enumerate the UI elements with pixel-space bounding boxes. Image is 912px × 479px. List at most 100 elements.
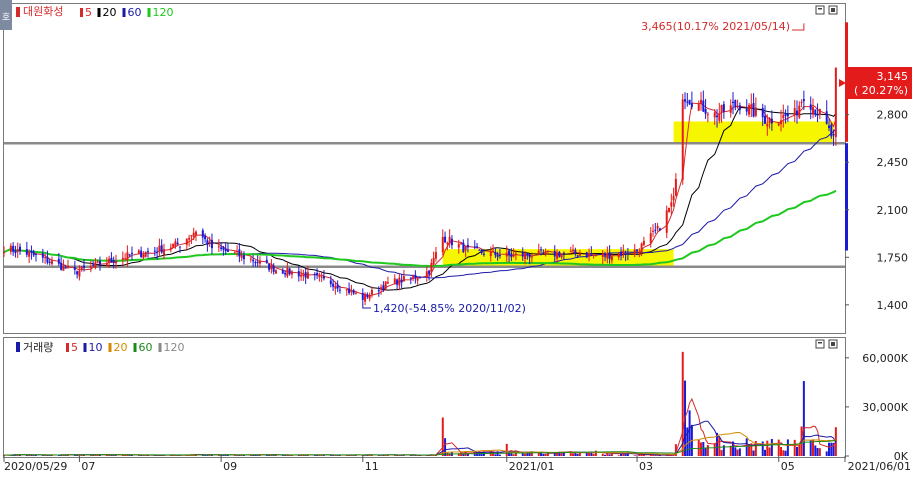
candle-body [297,271,300,277]
volume-panel-close-button[interactable] [828,339,838,349]
volume-bar [652,455,655,456]
volume-bar [633,455,636,456]
candle-body [258,260,261,264]
candle-body [578,254,581,256]
volume-bar [601,453,604,456]
volume-bar [718,436,721,456]
candle-body [80,266,83,270]
candle-body [496,254,499,257]
candle-body [252,259,255,262]
candle-body [160,245,163,253]
candle-body [110,257,113,263]
candle-body [236,251,239,253]
candle-body [128,254,131,256]
volume-legend-item-20[interactable]: 20 [114,341,128,354]
candle-body [208,241,211,244]
volume-bar [544,453,547,456]
volume-bar [786,439,789,456]
legend-item-ma-5[interactable]: 5 [85,6,92,19]
stock-chart: 1,4001,7502,1002,4502,8000K30,000K60,000… [0,0,912,475]
volume-panel-minimize-button[interactable] [815,339,825,349]
candle-body [702,100,705,112]
legend-item-ma-120[interactable]: 120 [153,6,174,19]
candle-body [620,251,623,256]
volume-bar [796,446,799,456]
candle-body [126,252,129,261]
candle-body [466,244,469,248]
date-tick-label: 05 [781,460,795,473]
volume-bar [505,443,508,456]
candle-body [412,276,415,278]
volume-legend-item-120[interactable]: 120 [164,341,185,354]
candle-body [572,249,575,252]
candle-body [386,282,389,284]
volume-bar [604,454,607,456]
volume-bar [498,454,501,456]
candle-body [32,251,35,256]
candle-body [270,265,273,270]
candle-body [434,252,437,259]
side-tab-label[interactable]: 호 [2,12,10,23]
candle-body [654,229,657,231]
price-panel-close-button[interactable] [828,5,838,15]
candle-body [3,252,5,254]
volume-bar [608,454,611,456]
volume-bar [798,443,801,456]
price-panel-minimize-button[interactable] [815,5,825,15]
price-tick-label: 1,750 [877,251,909,264]
candle-body [606,253,609,259]
volume-title[interactable]: 거래량 [23,341,53,354]
candle-body [734,100,737,108]
volume-legend-item-5[interactable]: 5 [71,341,78,354]
candle-body [361,293,364,300]
candle-body [782,114,785,118]
candle-body [736,105,739,108]
candle-body [802,99,805,102]
volume-legend-item-60[interactable]: 60 [139,341,153,354]
date-tick-label: 07 [81,460,95,473]
candle-body [528,253,531,258]
volume-bar [738,448,741,456]
candle-body [380,287,383,290]
volume-bar [110,455,113,456]
candle-body [784,113,787,116]
volume-bar [802,381,805,456]
candle-body [526,252,529,256]
candle-body [201,230,204,238]
candle-body [284,272,287,275]
candle-body [601,253,604,257]
candle-body [489,251,492,257]
price-tick-label: 1,400 [877,299,909,312]
legend-item-ma-20[interactable]: 20 [103,6,117,19]
candle-body [57,258,60,264]
candle-body [569,250,572,252]
candle-body [576,255,579,257]
volume-bar [396,455,399,456]
legend-item-ma-60[interactable]: 60 [128,6,142,19]
candle-body [336,284,339,289]
candle-body [462,242,465,253]
volume-bar [41,455,44,456]
candle-body [393,278,396,284]
candle-body [585,252,588,258]
candle-body [537,250,540,255]
candle-body [590,253,593,255]
volume-bar [140,455,143,456]
stock-name[interactable]: 대원화성 [23,5,63,18]
volume-legend-item-10[interactable]: 10 [89,341,103,354]
candle-body [76,271,79,275]
volume-bar [222,455,225,456]
candle-body [608,252,611,259]
candle-body [274,270,277,274]
volume-bar [702,441,705,456]
volume-bar [704,447,707,456]
candle-body [254,262,257,264]
candle-body [704,108,707,114]
candle-body [450,238,453,246]
legend-color-swatch [133,343,137,352]
candle-body [350,290,353,293]
price-range-bar-down [845,143,848,251]
volume-bar [830,442,833,456]
candle-body [28,251,31,257]
candle-body [30,250,33,253]
